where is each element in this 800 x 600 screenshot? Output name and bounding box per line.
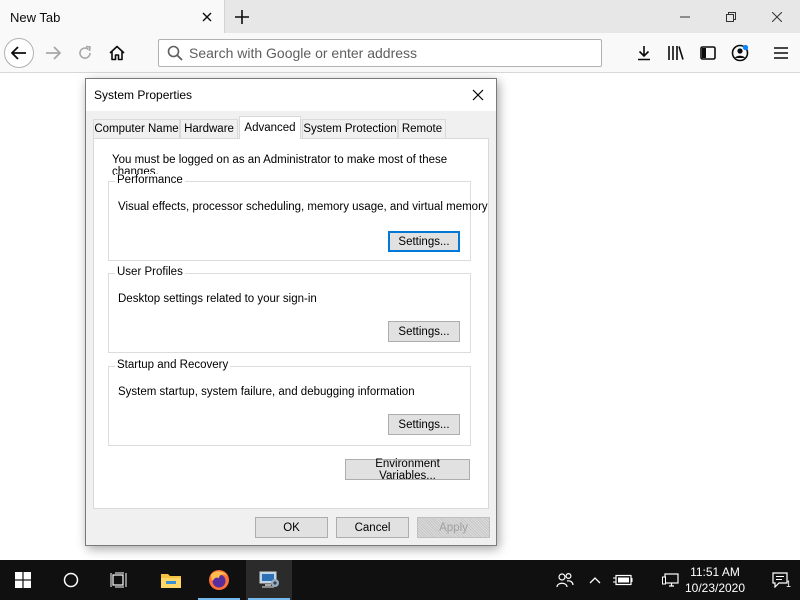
- user-profiles-settings-button[interactable]: Settings...: [388, 321, 460, 342]
- tab-advanced[interactable]: Advanced: [239, 116, 301, 139]
- download-icon[interactable]: [629, 38, 659, 68]
- system-properties-taskbar-icon[interactable]: [246, 560, 292, 600]
- reload-icon[interactable]: [70, 38, 100, 68]
- apply-button: Apply: [417, 517, 490, 538]
- group-description: Desktop settings related to your sign-in: [118, 293, 317, 305]
- search-circle-icon[interactable]: [48, 560, 94, 600]
- arrow-right-icon[interactable]: [38, 38, 68, 68]
- home-icon[interactable]: [102, 38, 132, 68]
- startup-recovery-group: Startup and Recovery System startup, sys…: [108, 359, 471, 446]
- tab-remote[interactable]: Remote: [398, 119, 446, 138]
- arrow-left-icon[interactable]: [4, 38, 34, 68]
- group-description: Visual effects, processor scheduling, me…: [118, 201, 488, 213]
- close-icon[interactable]: [197, 7, 217, 27]
- battery-icon[interactable]: [606, 560, 640, 600]
- performance-group: Performance Visual effects, processor sc…: [108, 174, 488, 261]
- restore-icon[interactable]: [708, 0, 754, 33]
- environment-variables-button[interactable]: Environment Variables...: [345, 458, 470, 482]
- taskbar: 11:51 AM 10/23/2020 1: [0, 560, 800, 600]
- library-icon[interactable]: [661, 38, 691, 68]
- performance-settings-button[interactable]: Settings...: [388, 231, 460, 252]
- system-properties-dialog: System Properties Computer Name Hardware…: [85, 78, 497, 546]
- tab-system-protection[interactable]: System Protection: [302, 119, 398, 138]
- group-description: System startup, system failure, and debu…: [118, 386, 415, 398]
- search-icon: [167, 45, 183, 64]
- tab-hardware[interactable]: Hardware: [180, 119, 238, 138]
- minimize-icon[interactable]: [662, 0, 708, 33]
- tab-computer-name[interactable]: Computer Name: [93, 119, 180, 138]
- group-title: Startup and Recovery: [115, 359, 231, 371]
- firefox-icon[interactable]: [196, 560, 242, 600]
- account-icon[interactable]: [725, 38, 755, 68]
- hamburger-menu-icon[interactable]: [766, 38, 796, 68]
- startup-recovery-settings-button[interactable]: Settings...: [388, 414, 460, 435]
- notification-count: 1: [785, 579, 791, 589]
- group-title: Performance: [115, 174, 185, 186]
- cancel-button[interactable]: Cancel: [336, 517, 409, 538]
- tab-new-tab[interactable]: New Tab: [0, 0, 225, 33]
- advanced-tab-panel: You must be logged on as an Administrato…: [93, 138, 489, 509]
- sidebar-icon[interactable]: [693, 38, 723, 68]
- dialog-title: System Properties: [94, 88, 193, 102]
- dialog-titlebar[interactable]: System Properties: [86, 79, 496, 111]
- clock-time: 11:51 AM: [690, 565, 740, 579]
- clock-date: 10/23/2020: [684, 581, 746, 595]
- plus-icon[interactable]: [229, 4, 255, 30]
- close-icon[interactable]: [754, 0, 800, 33]
- address-input[interactable]: [189, 43, 589, 63]
- address-bar[interactable]: [158, 39, 602, 67]
- ok-button[interactable]: OK: [255, 517, 328, 538]
- task-view-icon[interactable]: [96, 560, 142, 600]
- group-title: User Profiles: [115, 266, 185, 278]
- clock[interactable]: 11:51 AM 10/23/2020: [680, 564, 750, 596]
- user-profiles-group: User Profiles Desktop settings related t…: [108, 266, 471, 353]
- close-icon[interactable]: [464, 81, 492, 109]
- browser-tab-bar: New Tab: [0, 0, 800, 33]
- notification-icon[interactable]: 1: [760, 560, 800, 600]
- windows-start-icon[interactable]: [0, 560, 46, 600]
- browser-toolbar: [0, 33, 800, 73]
- tab-title: New Tab: [10, 10, 61, 25]
- file-explorer-icon[interactable]: [148, 560, 194, 600]
